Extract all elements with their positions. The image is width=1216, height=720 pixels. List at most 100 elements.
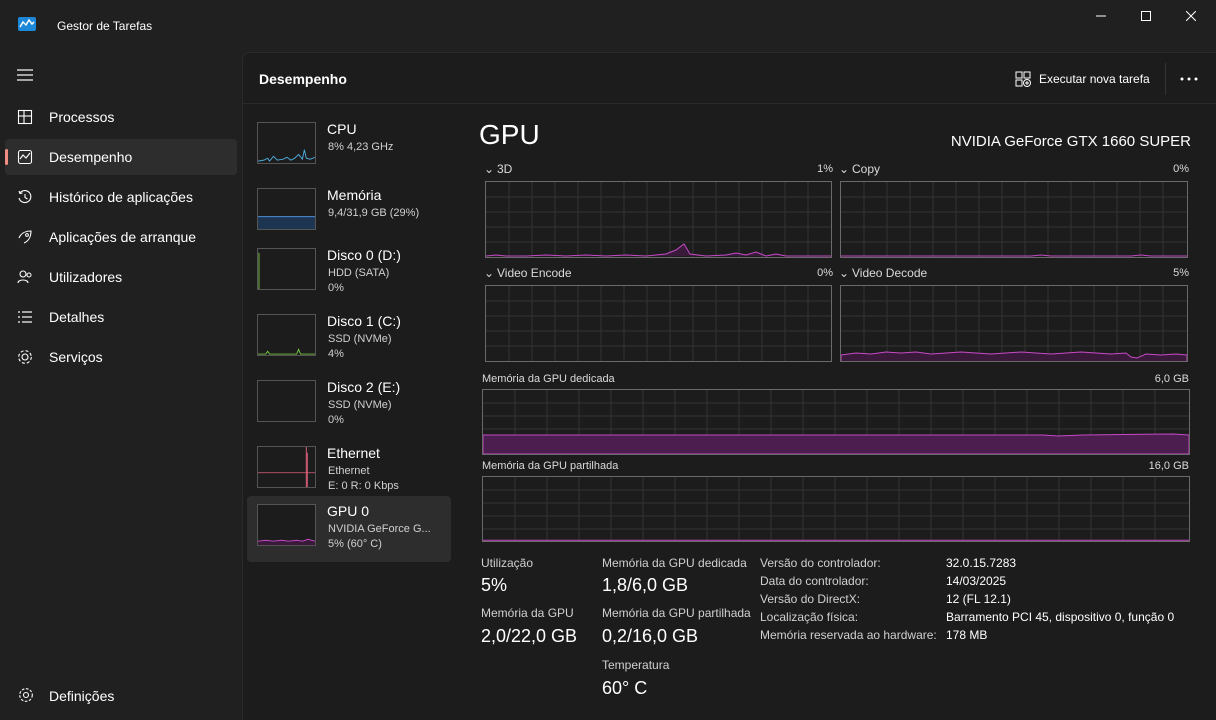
resource-item-memory[interactable]: Memória 9,4/31,9 GB (29%) bbox=[247, 180, 451, 246]
driver-version-value: 32.0.15.7283 bbox=[946, 556, 1017, 570]
resource-name: Ethernet bbox=[327, 445, 380, 461]
shared-memory-max: 16,0 GB bbox=[1148, 460, 1189, 472]
sidebar-item-label: Histórico de aplicações bbox=[49, 189, 193, 205]
resource-item-gpu-0[interactable]: GPU 0 NVIDIA GeForce G... 5% (60° C) bbox=[247, 496, 451, 562]
physical-location-value: Barramento PCI 45, dispositivo 0, função… bbox=[946, 610, 1175, 624]
header-divider bbox=[243, 103, 1216, 104]
processes-icon bbox=[17, 109, 33, 125]
sidebar-item-label: Processos bbox=[49, 109, 115, 125]
dedicated-memory-stat-value: 1,8/6,0 GB bbox=[602, 575, 689, 595]
chevron-down-icon: ⌄ bbox=[839, 162, 850, 176]
cpu-thumbnail-graph bbox=[257, 122, 316, 164]
resource-detail: 9,4/31,9 GB (29%) bbox=[328, 207, 420, 219]
shared-memory-stat-value: 0,2/16,0 GB bbox=[602, 626, 699, 646]
engine-value: 0% bbox=[1173, 163, 1189, 175]
history-icon bbox=[18, 190, 32, 204]
maximize-icon bbox=[1141, 11, 1151, 21]
engine-value: 1% bbox=[817, 163, 833, 175]
sidebar-item-performance[interactable]: Desempenho bbox=[5, 139, 237, 175]
resource-usage: 5% (60° C) bbox=[328, 538, 382, 550]
run-new-task-label: Executar nova tarefa bbox=[1039, 72, 1150, 86]
resource-item-ethernet[interactable]: Ethernet Ethernet E: 0 R: 0 Kbps bbox=[247, 438, 451, 504]
resource-item-cpu[interactable]: CPU 8% 4,23 GHz bbox=[247, 114, 451, 180]
resource-item-disk-1[interactable]: Disco 1 (C:) SSD (NVMe) 4% bbox=[247, 306, 451, 372]
shared-memory-graph bbox=[482, 476, 1190, 542]
resource-detail: SSD (NVMe) bbox=[328, 333, 392, 345]
details-icon bbox=[18, 311, 32, 323]
sidebar: Processos Desempenho Histórico de aplica… bbox=[0, 52, 242, 720]
sidebar-item-label: Utilizadores bbox=[49, 269, 123, 285]
active-indicator bbox=[5, 149, 8, 165]
resource-detail: Ethernet bbox=[328, 465, 370, 477]
services-icon bbox=[18, 350, 32, 364]
engine-value: 5% bbox=[1173, 267, 1189, 279]
utilization-value: 5% bbox=[481, 575, 508, 595]
engine-3d-selector[interactable]: ⌄ 3D bbox=[484, 162, 512, 176]
resource-name: CPU bbox=[327, 121, 357, 137]
sidebar-item-users[interactable]: Utilizadores bbox=[5, 259, 237, 295]
engine-label: Video Encode bbox=[497, 266, 572, 280]
engine-copy-selector[interactable]: ⌄ Copy bbox=[839, 162, 880, 176]
resource-usage: 0% bbox=[328, 414, 344, 426]
driver-date-value: 14/03/2025 bbox=[946, 574, 1007, 588]
sidebar-item-label: Aplicações de arranque bbox=[49, 229, 197, 245]
sidebar-item-label: Detalhes bbox=[49, 309, 105, 325]
resource-name: Disco 0 (D:) bbox=[327, 247, 401, 263]
page-title: Desempenho bbox=[259, 71, 347, 87]
resource-detail: NVIDIA GeForce G... bbox=[328, 523, 431, 535]
chevron-down-icon: ⌄ bbox=[839, 266, 850, 280]
ethernet-thumbnail-graph bbox=[257, 446, 316, 488]
sidebar-item-label: Desempenho bbox=[49, 149, 133, 165]
gpu-memory-label: Memória da GPU bbox=[481, 606, 574, 620]
utilization-label: Utilização bbox=[481, 556, 534, 570]
sidebar-item-processes[interactable]: Processos bbox=[5, 99, 237, 135]
performance-icon bbox=[17, 149, 33, 165]
memory-thumbnail-graph bbox=[257, 188, 316, 230]
resource-name: Memória bbox=[327, 187, 382, 203]
dedicated-memory-stat-label: Memória da GPU dedicada bbox=[602, 556, 747, 570]
dedicated-memory-graph bbox=[482, 389, 1190, 455]
sidebar-item-label: Serviços bbox=[49, 349, 103, 365]
gpu-thumbnail-graph bbox=[257, 504, 316, 546]
sidebar-item-app-history[interactable]: Histórico de aplicações bbox=[5, 179, 237, 215]
directx-version-value: 12 (FL 12.1) bbox=[946, 592, 1011, 606]
settings-icon[interactable] bbox=[18, 687, 34, 703]
resource-item-disk-0[interactable]: Disco 0 (D:) HDD (SATA) 0% bbox=[247, 240, 451, 306]
resource-usage: E: 0 R: 0 Kbps bbox=[328, 480, 399, 492]
gpu-memory-value: 2,0/22,0 GB bbox=[481, 626, 578, 646]
resource-item-disk-2[interactable]: Disco 2 (E:) SSD (NVMe) 0% bbox=[247, 372, 451, 438]
title-bar: Gestor de Tarefas bbox=[0, 0, 1216, 52]
hardware-reserved-memory-label: Memória reservada ao hardware: bbox=[760, 628, 937, 642]
resource-detail: SSD (NVMe) bbox=[328, 399, 392, 411]
minimize-button[interactable] bbox=[1079, 0, 1123, 32]
disk-1-thumbnail-graph bbox=[257, 314, 316, 356]
dedicated-memory-label: Memória da GPU dedicada bbox=[482, 373, 615, 385]
engine-video-decode-selector[interactable]: ⌄ Video Decode bbox=[839, 266, 927, 280]
engine-video-encode-selector[interactable]: ⌄ Video Encode bbox=[484, 266, 572, 280]
sidebar-item-services[interactable]: Serviços bbox=[5, 339, 237, 375]
minimize-icon bbox=[1096, 15, 1106, 17]
resource-detail: HDD (SATA) bbox=[328, 267, 390, 279]
sidebar-item-details[interactable]: Detalhes bbox=[5, 299, 237, 335]
settings-label[interactable]: Definições bbox=[49, 688, 114, 704]
app-title: Gestor de Tarefas bbox=[57, 19, 153, 33]
resource-usage: 4% bbox=[328, 348, 344, 360]
engine-value: 0% bbox=[817, 267, 833, 279]
shared-memory-stat-label: Memória da GPU partilhada bbox=[602, 606, 751, 620]
close-button[interactable] bbox=[1169, 0, 1213, 32]
chevron-down-icon: ⌄ bbox=[484, 162, 495, 176]
engine-video-decode-graph bbox=[840, 285, 1188, 362]
run-new-task-button[interactable]: Executar nova tarefa bbox=[1015, 69, 1150, 89]
hardware-reserved-memory-value: 178 MB bbox=[946, 628, 988, 642]
disk-2-thumbnail-graph bbox=[257, 380, 316, 422]
toolbar-divider bbox=[1165, 63, 1166, 95]
sidebar-item-startup-apps[interactable]: Aplicações de arranque bbox=[5, 219, 237, 255]
hamburger-menu-icon[interactable] bbox=[17, 68, 33, 82]
engine-label: Video Decode bbox=[852, 266, 928, 280]
directx-version-label: Versão do DirectX: bbox=[760, 592, 861, 606]
engine-label: Copy bbox=[852, 162, 881, 176]
resource-name: GPU 0 bbox=[327, 503, 370, 519]
engine-label: 3D bbox=[497, 162, 513, 176]
maximize-button[interactable] bbox=[1124, 0, 1168, 32]
more-options-icon[interactable] bbox=[1179, 77, 1199, 81]
